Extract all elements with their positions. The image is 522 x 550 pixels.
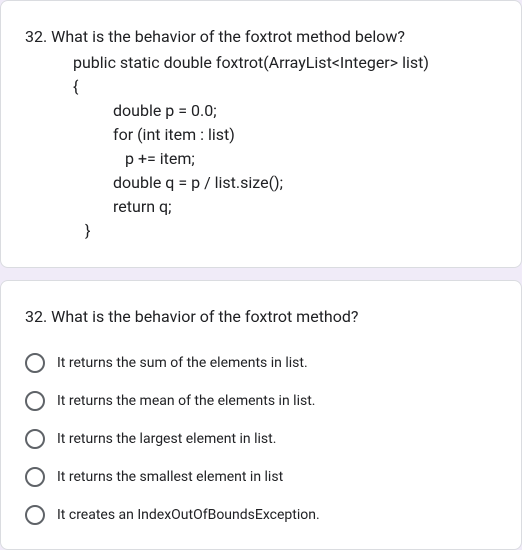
- code-block: public static double foxtrot(ArrayList<I…: [25, 51, 497, 243]
- radio-circle-icon: [25, 429, 45, 449]
- code-line: return q;: [25, 195, 497, 219]
- code-line: }: [25, 219, 497, 243]
- option-label: It creates an IndexOutOfBoundsException.: [57, 505, 320, 525]
- question-card-code: 32. What is the behavior of the foxtrot …: [0, 0, 522, 268]
- radio-circle-icon: [25, 391, 45, 411]
- question-title: 32. What is the behavior of the foxtrot …: [25, 305, 497, 329]
- code-line: double q = p / list.size();: [25, 171, 497, 195]
- radio-option[interactable]: It returns the sum of the elements in li…: [25, 353, 497, 373]
- radio-option[interactable]: It returns the smallest element in list: [25, 467, 497, 487]
- option-label: It returns the mean of the elements in l…: [57, 391, 315, 411]
- code-line: for (int item : list): [25, 123, 497, 147]
- code-line: double p = 0.0;: [25, 99, 497, 123]
- radio-circle-icon: [25, 467, 45, 487]
- option-label: It returns the smallest element in list: [57, 467, 283, 487]
- radio-circle-icon: [25, 505, 45, 525]
- option-label: It returns the largest element in list.: [57, 429, 276, 449]
- option-label: It returns the sum of the elements in li…: [57, 353, 308, 373]
- radio-circle-icon: [25, 353, 45, 373]
- radio-option[interactable]: It creates an IndexOutOfBoundsException.: [25, 505, 497, 525]
- code-line: p += item;: [25, 147, 497, 171]
- code-line: {: [25, 75, 497, 99]
- question-card-options: 32. What is the behavior of the foxtrot …: [0, 280, 522, 550]
- radio-option[interactable]: It returns the mean of the elements in l…: [25, 391, 497, 411]
- question-title: 32. What is the behavior of the foxtrot …: [25, 25, 497, 49]
- code-line: public static double foxtrot(ArrayList<I…: [25, 51, 497, 75]
- radio-option[interactable]: It returns the largest element in list.: [25, 429, 497, 449]
